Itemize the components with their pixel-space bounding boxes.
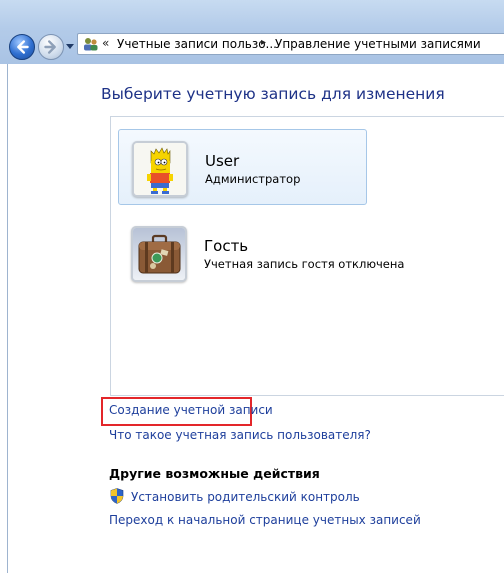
- page-title: Выберите учетную запись для изменения: [101, 85, 445, 103]
- forward-arrow-icon: [44, 40, 56, 54]
- breadcrumb-overflow-icon[interactable]: «: [102, 36, 109, 50]
- suitcase-avatar-icon: [133, 228, 185, 280]
- bart-simpson-avatar-icon: [134, 143, 186, 195]
- create-account-link[interactable]: Создание учетной записи: [109, 403, 273, 417]
- parental-control-link[interactable]: Установить родительский контроль: [131, 490, 360, 504]
- account-picture: [131, 226, 187, 282]
- recent-pages-dropdown-icon[interactable]: [66, 42, 74, 50]
- breadcrumb-item-user-accounts[interactable]: Учетные записи пользо...: [117, 37, 277, 51]
- account-picture: [132, 141, 188, 197]
- account-list: User Администратор Гость Учетная запись …: [110, 116, 504, 396]
- account-name: Гость: [204, 237, 249, 255]
- breadcrumb-item-manage-accounts[interactable]: Управление учетными записями: [275, 37, 481, 51]
- other-actions-heading: Другие возможные действия: [109, 466, 320, 481]
- accounts-home-link[interactable]: Переход к начальной странице учетных зап…: [109, 513, 421, 527]
- account-tile-user[interactable]: User Администратор: [118, 129, 367, 205]
- back-button[interactable]: [9, 34, 35, 60]
- account-type: Администратор: [205, 172, 301, 186]
- user-accounts-icon: [84, 38, 98, 51]
- window-chrome: « Учетные записи пользо... ▸ Управление …: [0, 0, 504, 64]
- what-is-user-account-link[interactable]: Что такое учетная запись пользователя?: [109, 428, 371, 442]
- account-tile-guest[interactable]: Гость Учетная запись гостя отключена: [118, 215, 404, 291]
- breadcrumb-separator-icon[interactable]: ▸: [261, 37, 266, 48]
- account-name: User: [205, 152, 240, 170]
- back-arrow-icon: [17, 40, 29, 54]
- uac-shield-icon: [110, 488, 124, 504]
- address-bar-row: « Учетные записи пользо... ▸ Управление …: [0, 26, 504, 64]
- forward-button[interactable]: [38, 34, 64, 60]
- breadcrumb[interactable]: « Учетные записи пользо... ▸ Управление …: [77, 33, 504, 55]
- account-type: Учетная запись гостя отключена: [204, 257, 405, 271]
